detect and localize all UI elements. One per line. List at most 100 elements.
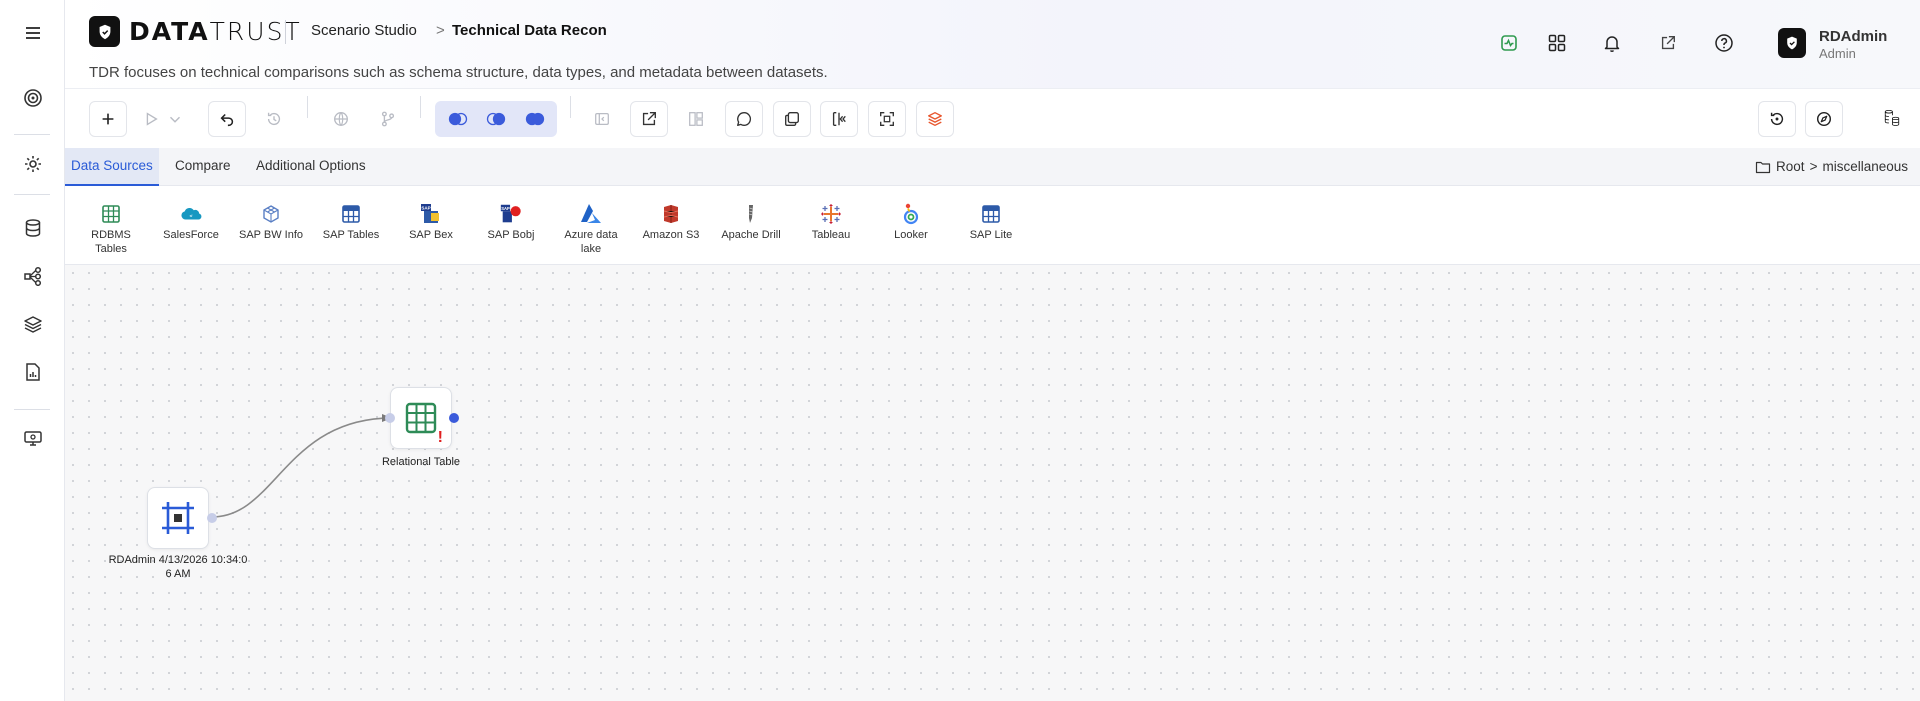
left-rail <box>0 0 65 701</box>
source-looker[interactable]: Looker <box>871 202 951 242</box>
table-grid-icon <box>979 202 1003 226</box>
source-label: SAP BW Info <box>239 229 303 241</box>
compass-button[interactable] <box>1805 101 1843 137</box>
fit-view-button[interactable] <box>868 101 906 137</box>
source-label: SAP Tables <box>322 229 380 241</box>
sap-bobj-icon: SAP <box>499 202 523 226</box>
sap-bex-icon: SAP <box>419 202 443 226</box>
source-label: Looker <box>894 229 928 241</box>
brand-logo[interactable]: DATATRUST <box>89 16 302 47</box>
compare-layout-button[interactable] <box>677 101 715 137</box>
open-external-button[interactable] <box>630 101 668 137</box>
source-amazon-s3[interactable]: Amazon S3 <box>631 202 711 242</box>
tab-data-sources[interactable]: Data Sources <box>65 148 159 186</box>
source-sap-bw-info[interactable]: SAP BW Info <box>231 202 311 242</box>
run-button[interactable] <box>136 101 166 137</box>
source-sap-bobj[interactable]: SAP SAP Bobj <box>471 202 551 242</box>
rail-divider <box>14 134 50 135</box>
layers-stack-button[interactable] <box>916 101 954 137</box>
source-label: Azure data lake <box>564 229 618 255</box>
join-left-icon[interactable] <box>444 107 472 131</box>
database-icon[interactable] <box>18 213 48 243</box>
scenario-origin-node[interactable] <box>147 487 209 549</box>
panel-tabs: Data Sources Compare Additional Options … <box>65 148 1920 186</box>
source-tableau[interactable]: Tableau <box>791 202 871 242</box>
join-inner-icon[interactable] <box>482 107 510 131</box>
page-title: Technical Data Recon <box>452 22 607 39</box>
folder-path[interactable]: Root > miscellaneous <box>1755 159 1908 174</box>
node-label-line: RDAdmin 4/13/2026 10:34:0 <box>108 554 248 566</box>
toolbar-divider <box>307 96 308 118</box>
help-icon[interactable] <box>1712 31 1736 55</box>
path-separator: > <box>1809 159 1818 174</box>
tab-additional-options[interactable]: Additional Options <box>250 148 372 186</box>
bell-icon[interactable] <box>1600 31 1624 55</box>
undo-button[interactable] <box>208 101 246 137</box>
node-label-line: 6 AM <box>165 568 191 580</box>
warning-icon: ! <box>437 429 443 446</box>
lineage-icon[interactable] <box>18 261 48 291</box>
toolbar-divider <box>420 96 421 118</box>
report-icon[interactable] <box>18 357 48 387</box>
input-port[interactable] <box>385 413 395 423</box>
tab-compare[interactable]: Compare <box>169 148 237 186</box>
split-view-button[interactable] <box>820 101 858 137</box>
drill-icon <box>739 202 763 226</box>
data-sync-icon[interactable] <box>1871 96 1913 140</box>
add-button[interactable] <box>89 101 127 137</box>
globe-button[interactable] <box>322 101 360 137</box>
source-label: SalesForce <box>163 229 219 241</box>
azure-icon <box>579 202 603 226</box>
join-full-icon[interactable] <box>521 107 549 131</box>
workflow-canvas[interactable]: ! Relational Table RDAdmin 4/13/2026 10:… <box>65 265 1920 701</box>
user-name[interactable]: RDAdmin <box>1819 28 1887 45</box>
breadcrumb-studio[interactable]: Scenario Studio <box>311 22 417 39</box>
duplicate-button[interactable] <box>773 101 811 137</box>
external-link-icon[interactable] <box>1656 31 1680 55</box>
brand-wordmark-bold: DATA <box>129 17 210 46</box>
comment-button[interactable] <box>725 101 763 137</box>
menu-icon[interactable] <box>18 18 48 48</box>
apps-grid-icon[interactable] <box>1545 31 1569 55</box>
brand-wordmark: DATATRUST <box>129 17 302 46</box>
cube-icon <box>259 202 283 226</box>
layers-icon[interactable] <box>18 309 48 339</box>
user-avatar[interactable] <box>1778 28 1806 58</box>
source-sap-lite[interactable]: SAP Lite <box>951 202 1031 242</box>
activity-icon[interactable] <box>1497 31 1521 55</box>
rail-divider <box>14 194 50 195</box>
output-port[interactable] <box>207 513 217 523</box>
restore-button[interactable] <box>1758 101 1796 137</box>
app-header: DATATRUST Scenario Studio > Technical Da… <box>65 0 1920 88</box>
frame-icon <box>162 502 194 534</box>
collapse-panel-button[interactable] <box>583 101 621 137</box>
source-salesforce[interactable]: sf SalesForce <box>151 202 231 242</box>
relational-table-node[interactable]: ! <box>390 387 452 449</box>
path-root[interactable]: Root <box>1776 159 1805 174</box>
header-divider <box>285 20 286 44</box>
settings-gear-icon[interactable] <box>18 149 48 179</box>
page-description: TDR focuses on technical comparisons suc… <box>89 64 828 81</box>
source-azure-data-lake[interactable]: Azure data lake <box>551 202 631 256</box>
source-sap-tables[interactable]: SAP Tables <box>311 202 391 242</box>
table-grid-icon <box>339 202 363 226</box>
source-rdbms-tables[interactable]: RDBMS Tables <box>71 202 151 256</box>
data-source-palette: RDBMS Tables sf SalesForce SAP BW Info S… <box>65 186 1920 265</box>
app-root: DATATRUST Scenario Studio > Technical Da… <box>0 0 1920 701</box>
history-button[interactable] <box>255 101 293 137</box>
table-grid-icon <box>99 202 123 226</box>
brand-wordmark-light: TRUST <box>209 17 302 46</box>
source-apache-drill[interactable]: Apache Drill <box>711 202 791 242</box>
breadcrumb-separator: > <box>436 22 445 39</box>
path-folder[interactable]: miscellaneous <box>1822 159 1908 174</box>
source-sap-bex[interactable]: SAP SAP Bex <box>391 202 471 242</box>
monitor-settings-icon[interactable] <box>18 423 48 453</box>
node-label: RDAdmin 4/13/2026 10:34:0 6 AM <box>108 553 248 581</box>
rail-divider <box>14 409 50 410</box>
branch-button[interactable] <box>369 101 407 137</box>
output-port[interactable] <box>449 413 459 423</box>
join-type-toggle-group <box>435 101 557 137</box>
run-options-chevron-icon[interactable] <box>165 101 185 137</box>
target-icon[interactable] <box>18 83 48 113</box>
connection-layer <box>211 414 392 518</box>
